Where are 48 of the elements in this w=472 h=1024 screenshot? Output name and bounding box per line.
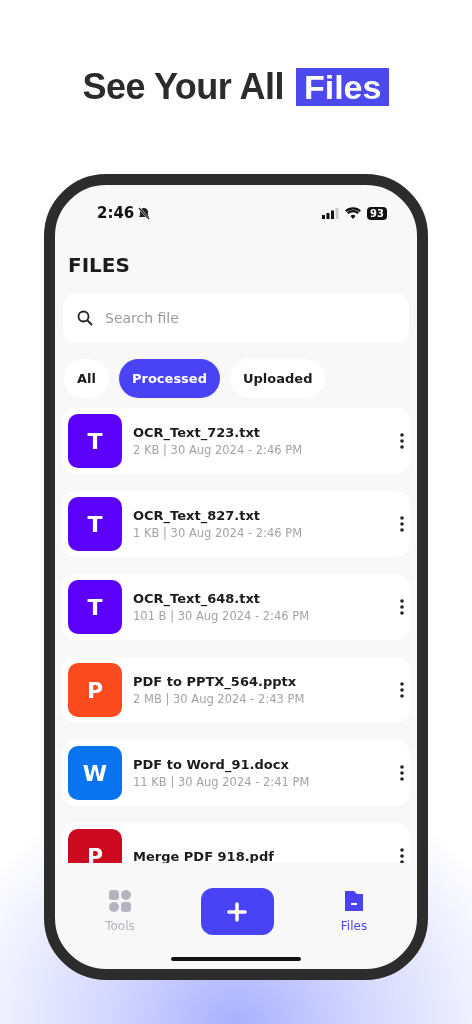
file-type-badge: T: [68, 414, 122, 468]
file-name: OCR_Text_723.txt: [133, 425, 262, 440]
file-card[interactable]: P Merge PDF 918.pdf: [62, 823, 410, 863]
file-name: Merge PDF 918.pdf: [133, 848, 275, 863]
file-card[interactable]: W PDF to Word_91.docx 11 KB | 30 Aug 2024 - 2:41 PM: [62, 740, 410, 806]
file-card[interactable]: T OCR_Text_648.txt 101 B | 30 Aug 2024 - 2:46 PM: [62, 574, 410, 640]
file-type-badge: P: [68, 663, 122, 717]
file-name: PDF to PPTX_564.pptx: [133, 674, 298, 689]
signal-icon: [322, 207, 340, 219]
grid-icon: [108, 889, 132, 913]
wifi-icon: [345, 207, 362, 219]
more-icon[interactable]: [400, 433, 404, 449]
add-button[interactable]: [200, 888, 274, 935]
file-meta: 2 KB | 30 Aug 2024 - 2:46 PM: [133, 443, 304, 457]
file-type-badge: T: [68, 497, 122, 551]
file-meta: 1 KB | 30 Aug 2024 - 2:46 PM: [133, 526, 304, 540]
more-icon[interactable]: [400, 848, 404, 863]
battery-level: 93: [367, 206, 387, 220]
headline-highlight: Files: [295, 68, 390, 106]
file-meta: 101 B | 30 Aug 2024 - 2:46 PM: [133, 609, 311, 623]
file-type-badge: P: [68, 829, 122, 863]
folder-icon: [343, 889, 365, 913]
page-title: FILES: [68, 253, 131, 277]
more-icon[interactable]: [400, 599, 404, 615]
headline: See Your All: [82, 66, 284, 108]
filter-chip[interactable]: All: [64, 359, 109, 398]
search-icon: [77, 310, 93, 326]
plus-icon: [227, 901, 247, 922]
file-type-badge: W: [68, 746, 122, 800]
more-icon[interactable]: [400, 765, 404, 781]
bell-off-icon: [138, 206, 151, 220]
file-card[interactable]: P PDF to PPTX_564.pptx 2 MB | 30 Aug 2024 - 2:43 PM: [62, 657, 410, 723]
filter-chip[interactable]: Uploaded: [230, 359, 326, 398]
more-icon[interactable]: [400, 516, 404, 532]
file-name: OCR_Text_648.txt: [133, 591, 262, 606]
file-card[interactable]: T OCR_Text_827.txt 1 KB | 30 Aug 2024 - 2:46 PM: [62, 491, 410, 557]
file-name: PDF to Word_91.docx: [133, 757, 290, 772]
search-input[interactable]: Search file: [103, 309, 395, 327]
search-field[interactable]: Search file: [63, 293, 409, 343]
status-time: 2:46: [97, 204, 135, 222]
file-name: OCR_Text_827.txt: [133, 508, 262, 523]
file-meta: 11 KB | 30 Aug 2024 - 2:41 PM: [133, 775, 311, 789]
file-meta: 2 MB | 30 Aug 2024 - 2:43 PM: [133, 692, 306, 706]
file-type-badge: T: [68, 580, 122, 634]
file-card[interactable]: T OCR_Text_723.txt 2 KB | 30 Aug 2024 - 2:46 PM: [62, 408, 410, 474]
nav-tab[interactable]: Files: [329, 889, 379, 933]
filter-chip[interactable]: Processed: [119, 359, 220, 398]
more-icon[interactable]: [400, 682, 404, 698]
